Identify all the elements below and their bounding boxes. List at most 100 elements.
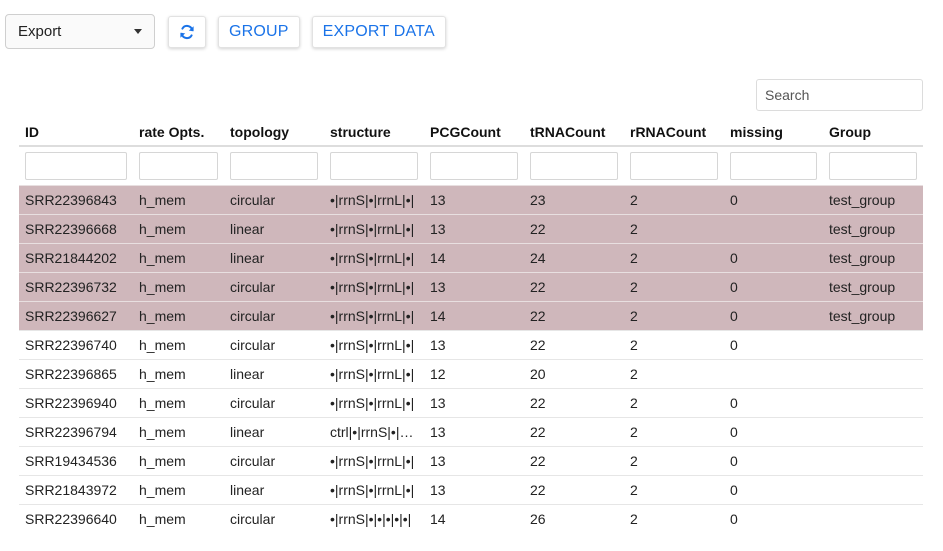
filter-input-topology[interactable]	[230, 151, 318, 180]
column-header-rrnacount[interactable]: rRNACount	[624, 118, 724, 147]
filter-input-missing[interactable]	[730, 151, 817, 180]
cell-rate-opts: h_mem	[133, 300, 224, 330]
cell-group	[823, 387, 923, 417]
export-data-button[interactable]: EXPORT DATA	[311, 15, 446, 48]
column-header-rate-opts[interactable]: rate Opts.	[133, 118, 224, 147]
table-row[interactable]: SRR22396740 h_mem circular •|rrnS|•|rrnL|•|…	[19, 329, 923, 359]
structure-text: •|rrnS|•|rrnL|•|	[330, 307, 415, 324]
cell-group: test_group	[823, 242, 923, 272]
refresh-button[interactable]	[168, 15, 206, 48]
cell-structure: •|rrnS|•|rrnL|•|	[324, 242, 424, 272]
table-row[interactable]: SRR22396627 h_mem circular •|rrnS|•|rrnL|•|…	[19, 300, 923, 330]
cell-structure: •|rrnS|•|rrnL|•|	[324, 358, 424, 388]
cell-topology: circular	[224, 271, 324, 301]
cell-trnacount: 24	[524, 242, 624, 272]
cell-rate-opts: h_mem	[133, 271, 224, 301]
cell-group	[823, 503, 923, 533]
cell-missing: 0	[724, 387, 823, 417]
export-select-value: Export	[18, 23, 62, 40]
table-row[interactable]: SRR21843972 h_mem linear •|rrnS|•|rrnL|•| 13…	[19, 474, 923, 504]
table-body: SRR22396843 h_mem circular •|rrnS|•|rrnL|•|…	[19, 146, 923, 533]
cell-rrnacount: 2	[624, 503, 724, 533]
cell-rrnacount: 2	[624, 474, 724, 504]
export-select[interactable]: Export	[5, 14, 155, 49]
cell-topology: circular	[224, 300, 324, 330]
table-header-row: ID rate Opts. topology structure PCGCoun…	[19, 118, 923, 147]
cell-missing: 0	[724, 271, 823, 301]
cell-id: SRR21843972	[19, 474, 133, 504]
cell-trnacount: 26	[524, 503, 624, 533]
cell-missing: 0	[724, 416, 823, 446]
filter-input-group[interactable]	[829, 151, 917, 180]
filter-input-id[interactable]	[25, 151, 127, 180]
cell-rrnacount: 2	[624, 358, 724, 388]
column-header-topology[interactable]: topology	[224, 118, 324, 147]
search-input[interactable]	[756, 79, 923, 111]
table-row[interactable]: SRR19434536 h_mem circular •|rrnS|•|rrnL|•|…	[19, 445, 923, 475]
cell-trnacount: 22	[524, 387, 624, 417]
cell-trnacount: 22	[524, 300, 624, 330]
group-button[interactable]: GROUP	[218, 15, 300, 48]
cell-group: test_group	[823, 184, 923, 214]
cell-id: SRR22396640	[19, 503, 133, 533]
structure-text: •|rrnS|•|rrnL|•|	[330, 452, 415, 469]
column-header-pcgcount[interactable]: PCGCount	[424, 118, 524, 147]
cell-trnacount: 23	[524, 184, 624, 214]
structure-text: ctrl|•|rrnS|•|rrnL|	[330, 423, 418, 440]
cell-id: SRR22396843	[19, 184, 133, 214]
cell-missing: 0	[724, 445, 823, 475]
cell-missing: 0	[724, 184, 823, 214]
filter-input-rate-opts[interactable]	[139, 151, 218, 180]
cell-pcgcount: 13	[424, 271, 524, 301]
toolbar: Export GROUP EXPORT DATA	[5, 14, 446, 49]
cell-topology: linear	[224, 358, 324, 388]
column-header-structure[interactable]: structure	[324, 118, 424, 147]
cell-group: test_group	[823, 300, 923, 330]
cell-structure: •|rrnS|•|rrnL|•|	[324, 474, 424, 504]
table-row[interactable]: SRR22396668 h_mem linear •|rrnS|•|rrnL|•| 13…	[19, 213, 923, 243]
structure-text: •|rrnS|•|rrnL|•|	[330, 278, 415, 295]
cell-pcgcount: 14	[424, 242, 524, 272]
cell-rrnacount: 2	[624, 300, 724, 330]
table-row[interactable]: SRR21844202 h_mem linear •|rrnS|•|rrnL|•| 14…	[19, 242, 923, 272]
filter-input-trnacount[interactable]	[530, 151, 618, 180]
cell-topology: circular	[224, 387, 324, 417]
cell-id: SRR19434536	[19, 445, 133, 475]
cell-id: SRR21844202	[19, 242, 133, 272]
table-row[interactable]: SRR22396843 h_mem circular •|rrnS|•|rrnL|•|…	[19, 184, 923, 214]
column-header-missing[interactable]: missing	[724, 118, 823, 147]
cell-missing: 0	[724, 503, 823, 533]
cell-rrnacount: 2	[624, 213, 724, 243]
table-row[interactable]: SRR22396940 h_mem circular •|rrnS|•|rrnL|•|…	[19, 387, 923, 417]
table-row[interactable]: SRR22396794h_memlinear ctrl|•|rrnS|•|rrnL…	[19, 416, 923, 446]
cell-structure: •|rrnS|•|rrnL|•|	[324, 300, 424, 330]
cell-id: SRR22396732	[19, 271, 133, 301]
table-row[interactable]: SRR22396865 h_mem linear •|rrnS|•|rrnL|•| 12…	[19, 358, 923, 388]
cell-pcgcount: 13	[424, 387, 524, 417]
cell-missing: 0	[724, 474, 823, 504]
filter-input-pcgcount[interactable]	[430, 151, 518, 180]
cell-rate-opts: h_mem	[133, 445, 224, 475]
cell-rate-opts: h_mem	[133, 184, 224, 214]
cell-rrnacount: 2	[624, 416, 724, 446]
column-header-trnacount[interactable]: tRNACount	[524, 118, 624, 147]
column-header-group[interactable]: Group	[823, 118, 923, 147]
column-header-id[interactable]: ID	[19, 118, 133, 147]
cell-rate-opts: h_mem	[133, 387, 224, 417]
cell-id: SRR22396668	[19, 213, 133, 243]
structure-text: •|rrnS|•|•|•|•|•|	[330, 510, 412, 527]
table-row[interactable]: SRR22396640 h_mem circular •|rrnS|•|•|•|•|•…	[19, 503, 923, 533]
cell-structure: •|rrnS|•|rrnL|•|	[324, 387, 424, 417]
cell-rrnacount: 2	[624, 184, 724, 214]
cell-trnacount: 22	[524, 271, 624, 301]
refresh-icon	[180, 24, 194, 39]
table-row[interactable]: SRR22396732 h_mem circular •|rrnS|•|rrnL|•|…	[19, 271, 923, 301]
cell-topology: circular	[224, 184, 324, 214]
filter-input-rrnacount[interactable]	[630, 151, 718, 180]
cell-rrnacount: 2	[624, 271, 724, 301]
filter-row	[19, 146, 923, 185]
cell-topology: circular	[224, 503, 324, 533]
filter-input-structure[interactable]	[330, 151, 418, 180]
cell-rate-opts: h_mem	[133, 242, 224, 272]
cell-topology: circular	[224, 445, 324, 475]
